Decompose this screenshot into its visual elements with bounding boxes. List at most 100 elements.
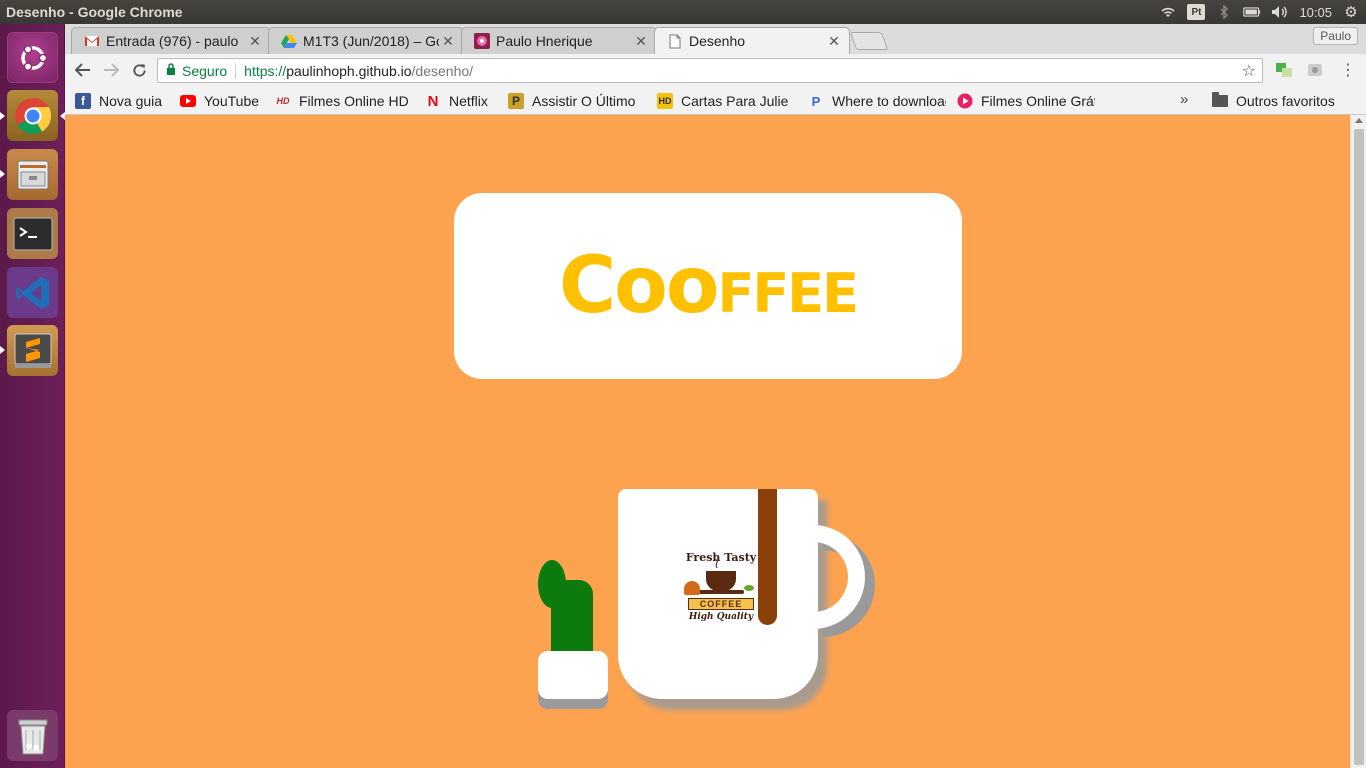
bookmark-label: Netflix — [449, 93, 488, 109]
running-indicator — [0, 346, 5, 354]
running-indicator — [0, 170, 5, 178]
files-launcher-button[interactable] — [7, 149, 58, 200]
bookmark-label: Assistir O Último — [532, 93, 636, 109]
close-icon[interactable]: ✕ — [825, 33, 843, 50]
close-icon[interactable]: ✕ — [439, 33, 457, 50]
extension-translate-icon[interactable] — [1275, 62, 1293, 78]
menu-kebab-icon[interactable]: ⋮ — [1339, 62, 1357, 79]
chrome-window: Entrada (976) - paulo ✕ M1T3 (Jun/2018) … — [65, 24, 1366, 768]
terminal-icon — [13, 217, 52, 250]
tab-paulo-hnerique[interactable]: Paulo Hnerique ✕ — [461, 27, 657, 54]
system-top-panel: Desenho - Google Chrome Pt 10:05 ⚙ — [0, 0, 1366, 24]
gear-icon[interactable]: ⚙ — [1342, 4, 1360, 21]
security-chip[interactable]: Seguro — [182, 63, 227, 79]
logo-text-co: Co — [559, 241, 668, 331]
plant-pot — [538, 651, 608, 699]
bookmarks-bar: f Nova guia YouTube HD Filmes Online HD … — [65, 86, 1366, 115]
drive-icon — [281, 33, 297, 49]
hd-badge-icon: HD — [657, 93, 673, 109]
bluetooth-icon[interactable] — [1215, 5, 1233, 19]
unity-launcher — [0, 24, 65, 768]
tab-desenho[interactable]: Desenho ✕ — [654, 27, 850, 54]
scroll-up-arrow-icon[interactable] — [1355, 118, 1363, 123]
vertical-scrollbar[interactable] — [1350, 115, 1366, 768]
vscode-icon — [15, 276, 49, 309]
sublime-launcher-button[interactable] — [7, 325, 58, 376]
tab-label: Desenho — [689, 33, 746, 49]
p-icon: P — [508, 93, 524, 109]
file-cabinet-icon — [17, 160, 48, 189]
tab-label: Entrada (976) - paulo — [106, 33, 239, 49]
url-host: paulinhoph.github.io — [286, 62, 412, 79]
tab-gmail[interactable]: Entrada (976) - paulo ✕ — [71, 27, 271, 54]
badge-fresh-tasty: Fresh Tasty — [685, 551, 757, 564]
scrollbar-thumb[interactable] — [1354, 129, 1364, 765]
running-indicator — [0, 112, 5, 120]
url-path: /desenho/ — [411, 62, 474, 79]
bookmark-label: Filmes Online Grátis — [981, 93, 1095, 109]
ubuntu-logo-icon — [20, 44, 47, 71]
sublime-icon — [14, 333, 51, 368]
system-indicators: Pt 10:05 ⚙ — [1159, 0, 1360, 24]
site-icon — [474, 33, 490, 49]
logo-card: Co o FFEE — [454, 193, 962, 379]
chrome-launcher-button[interactable] — [7, 90, 58, 141]
bookmark-star-icon[interactable]: ☆ — [1242, 61, 1256, 81]
extension-icon[interactable] — [1306, 62, 1324, 78]
other-bookmarks-folder[interactable]: Outros favoritos — [1212, 91, 1362, 111]
facebook-icon: f — [75, 93, 91, 109]
arrow-left-icon — [75, 63, 90, 77]
bookmark-item[interactable]: HD Cartas Para Julie — [657, 91, 797, 111]
netflix-icon: N — [427, 92, 439, 110]
bookmark-label: Cartas Para Julie — [681, 93, 789, 109]
close-icon[interactable]: ✕ — [632, 33, 650, 50]
bookmark-item[interactable]: Filmes Online Grátis — [957, 91, 1097, 111]
arrow-right-icon — [104, 63, 119, 77]
cactus — [551, 580, 593, 655]
bookmark-label: Outros favoritos — [1236, 93, 1335, 109]
p-letter-icon: P — [811, 93, 821, 109]
bookmark-label: Nova guia — [99, 93, 163, 109]
bookmark-item[interactable]: f Nova guia — [75, 91, 175, 111]
bookmarks-overflow-button[interactable]: » — [1180, 91, 1188, 108]
vscode-launcher-button[interactable] — [7, 267, 58, 318]
steam-icon: ≀ — [714, 555, 720, 571]
tab-label: M1T3 (Jun/2018) – Go — [303, 33, 439, 49]
profile-button[interactable]: Paulo — [1313, 27, 1358, 45]
logo-text-ffee: FFEE — [717, 262, 859, 325]
folder-icon — [1212, 92, 1228, 107]
battery-icon[interactable] — [1243, 5, 1261, 19]
badge-high-quality: High Quality — [688, 612, 754, 622]
terminal-launcher-button[interactable] — [7, 208, 58, 259]
youtube-icon — [180, 93, 196, 109]
leaf-icon — [744, 585, 754, 591]
bookmark-item[interactable]: HD Filmes Online HD — [275, 91, 411, 111]
tab-drive[interactable]: M1T3 (Jun/2018) – Go ✕ — [268, 27, 464, 54]
address-bar[interactable]: Seguro https://paulinhoph.github.io/dese… — [157, 58, 1263, 83]
bookmark-item[interactable]: YouTube — [180, 91, 270, 111]
forward-button[interactable] — [97, 56, 125, 84]
back-button[interactable] — [69, 56, 97, 84]
logo-text-o: o — [665, 241, 720, 331]
reload-button[interactable] — [125, 56, 153, 84]
volume-icon[interactable] — [1271, 5, 1289, 19]
tab-label: Paulo Hnerique — [496, 33, 593, 49]
bookmark-item[interactable]: N Netflix — [425, 91, 500, 111]
url-scheme: https:// — [244, 62, 287, 79]
clock[interactable]: 10:05 — [1299, 5, 1332, 20]
close-icon[interactable]: ✕ — [246, 33, 264, 50]
bookmark-item[interactable]: P Assistir O Último — [508, 91, 673, 111]
ubuntu-dash-button[interactable] — [7, 32, 58, 83]
gmail-icon — [84, 33, 100, 49]
bookmark-item[interactable]: P Where to download — [808, 91, 946, 111]
tab-strip: Entrada (976) - paulo ✕ M1T3 (Jun/2018) … — [65, 24, 1366, 54]
badge-ribbon: COFFEE — [688, 598, 754, 610]
new-tab-button[interactable] — [849, 32, 889, 50]
wifi-icon[interactable] — [1159, 5, 1177, 19]
page-viewport: Co o FFEE Fresh Tasty ≀ COFFEE High Qualit… — [65, 115, 1350, 768]
page-icon — [667, 33, 683, 49]
muffin-icon — [684, 581, 700, 595]
keyboard-layout-indicator[interactable]: Pt — [1187, 4, 1206, 20]
trash-launcher-button[interactable] — [7, 710, 58, 761]
stirring-stick — [758, 489, 777, 625]
